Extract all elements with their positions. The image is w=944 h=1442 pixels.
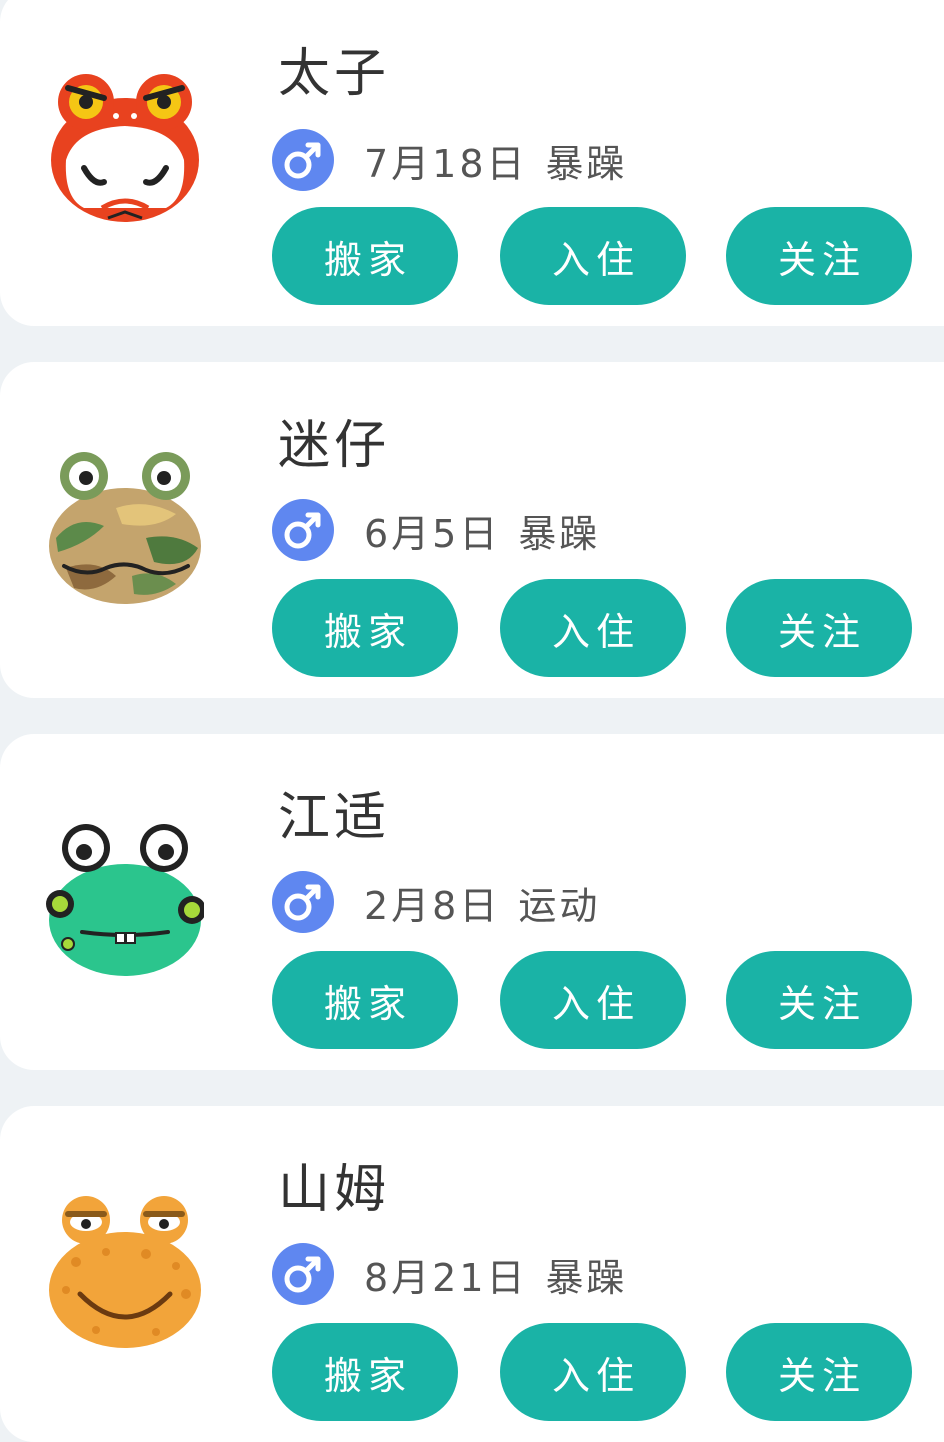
- male-icon: [272, 129, 334, 191]
- move-out-button[interactable]: 搬家: [272, 951, 458, 1049]
- move-in-button[interactable]: 入住: [500, 951, 686, 1049]
- move-in-button[interactable]: 入住: [500, 579, 686, 677]
- villager-info: 6月5日 暴躁: [272, 498, 600, 562]
- villager-info: 8月21日 暴躁: [272, 1242, 628, 1306]
- move-in-button[interactable]: 入住: [500, 1323, 686, 1421]
- villager-list: 太子 7月18日 暴躁 搬家 入住 关注 迷仔 6月5日 暴躁 搬家 入住 关注…: [0, 0, 944, 1442]
- green-frog-avatar: [46, 824, 204, 976]
- birthday-text: 8月21日: [364, 1255, 528, 1300]
- villager-card[interactable]: 迷仔 6月5日 暴躁 搬家 入住 关注: [0, 362, 944, 698]
- personality-text: 暴躁: [545, 141, 628, 186]
- follow-button[interactable]: 关注: [726, 207, 912, 305]
- villager-card[interactable]: 江适 2月8日 运动 搬家 入住 关注: [0, 734, 944, 1070]
- male-icon: [272, 1243, 334, 1305]
- villager-name: 江适: [278, 788, 391, 848]
- move-in-button[interactable]: 入住: [500, 207, 686, 305]
- personality-text: 暴躁: [518, 511, 601, 556]
- move-out-button[interactable]: 搬家: [272, 579, 458, 677]
- birthday-text: 7月18日: [364, 141, 528, 186]
- follow-button[interactable]: 关注: [726, 1323, 912, 1421]
- villager-name: 迷仔: [278, 416, 391, 476]
- villager-info: 7月18日 暴躁: [272, 128, 628, 192]
- male-icon: [272, 499, 334, 561]
- camo-frog-avatar: [49, 452, 201, 604]
- orange-toad-avatar: [49, 1196, 201, 1348]
- move-out-button[interactable]: 搬家: [272, 207, 458, 305]
- villager-info: 2月8日 运动: [272, 870, 600, 934]
- birthday-text: 6月5日: [364, 511, 501, 556]
- villager-card[interactable]: 太子 7月18日 暴躁 搬家 入住 关注: [0, 0, 944, 326]
- birthday-text: 2月8日: [364, 883, 501, 928]
- follow-button[interactable]: 关注: [726, 951, 912, 1049]
- villager-name: 太子: [278, 44, 391, 104]
- move-out-button[interactable]: 搬家: [272, 1323, 458, 1421]
- personality-text: 运动: [518, 883, 601, 928]
- follow-button[interactable]: 关注: [726, 579, 912, 677]
- villager-name: 山姆: [278, 1160, 391, 1220]
- villager-card[interactable]: 山姆 8月21日 暴躁 搬家 入住 关注: [0, 1106, 944, 1442]
- red-frog-avatar: [51, 74, 199, 222]
- personality-text: 暴躁: [545, 1255, 628, 1300]
- male-icon: [272, 871, 334, 933]
